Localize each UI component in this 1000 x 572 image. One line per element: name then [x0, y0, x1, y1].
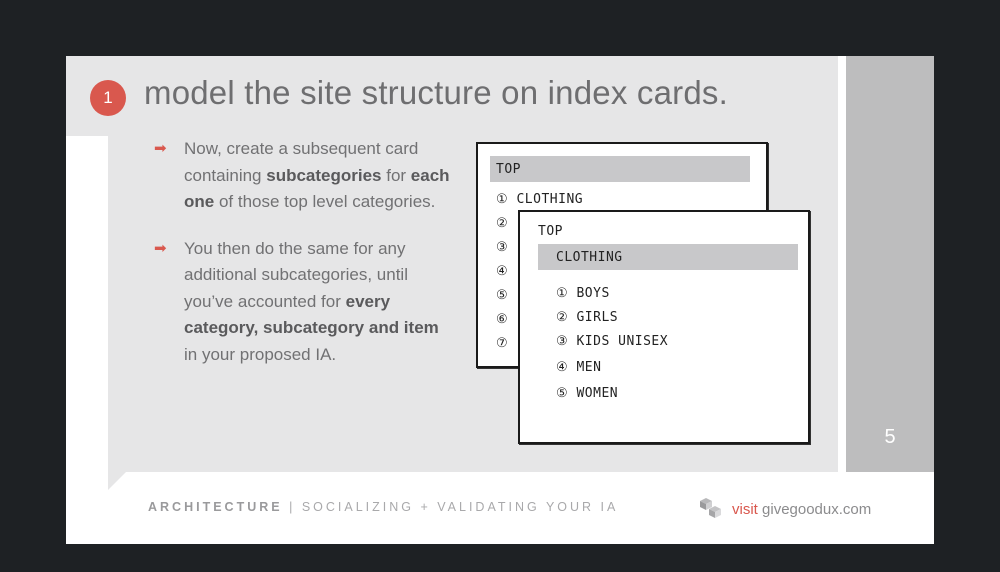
card-back-item: ⑤ [496, 288, 509, 303]
side-bar: 5 [846, 56, 934, 472]
bullet-1-text-c: of those top level categories. [214, 192, 436, 211]
bullet-1-bold-a: subcategories [266, 165, 382, 185]
slide-content-area: 1 model the site structure on index card… [66, 56, 838, 472]
site-link[interactable]: givegoodux.com [762, 501, 871, 518]
card-front-item: ① BOYS [556, 286, 610, 301]
card-back-item: ③ [496, 240, 509, 255]
card-back-item: ② [496, 216, 509, 231]
card-front-item: ③ KIDS UNISEX [556, 334, 669, 349]
footer-subtitle: SOCIALIZING + VALIDATING YOUR IA [301, 500, 619, 514]
card-front-header: TOP [538, 224, 563, 239]
card-back-header: TOP [496, 162, 521, 177]
card-front-highlight-label: CLOTHING [556, 250, 623, 265]
bullet-2-text-b: in your proposed IA. [184, 344, 337, 364]
footer-section: ARCHITECTURE [148, 500, 283, 514]
card-back-highlight [490, 156, 750, 182]
footer-brand[interactable]: visit givegoodux.com [698, 496, 871, 524]
card-back-item: ⑥ [496, 312, 509, 327]
footer-separator: | [289, 500, 296, 514]
bullet-item-2: ➡ You then do the same for any additiona… [154, 236, 454, 369]
slide: 1 model the site structure on index card… [66, 56, 934, 544]
bullet-item-1: ➡ Now, create a subsequent card containi… [154, 136, 454, 216]
content-notch-corner [108, 472, 126, 490]
card-back-item: ① CLOTHING [496, 192, 584, 207]
card-back-item: ⑦ [496, 336, 509, 351]
index-card-front: TOP CLOTHING ① BOYS ② GIRLS ③ KIDS UNISE… [518, 210, 810, 444]
card-front-item: ② GIRLS [556, 310, 619, 325]
page-number: 5 [884, 426, 896, 448]
arrow-right-icon: ➡ [154, 140, 167, 157]
step-number-badge: 1 [90, 80, 126, 116]
content-notch [66, 136, 108, 472]
cube-logo-icon [698, 496, 724, 524]
card-front-item: ⑤ WOMEN [556, 386, 619, 401]
bullet-list: ➡ Now, create a subsequent card containi… [154, 136, 454, 388]
visit-label: visit [732, 500, 758, 518]
bullet-1-text-b: for [381, 165, 411, 185]
card-back-item: ④ [496, 264, 509, 279]
card-front-item: ④ MEN [556, 360, 602, 375]
footer-section-label: ARCHITECTURE | SOCIALIZING + VALIDATING … [148, 500, 618, 514]
slide-title: model the site structure on index cards. [144, 74, 728, 111]
arrow-right-icon: ➡ [154, 239, 167, 257]
